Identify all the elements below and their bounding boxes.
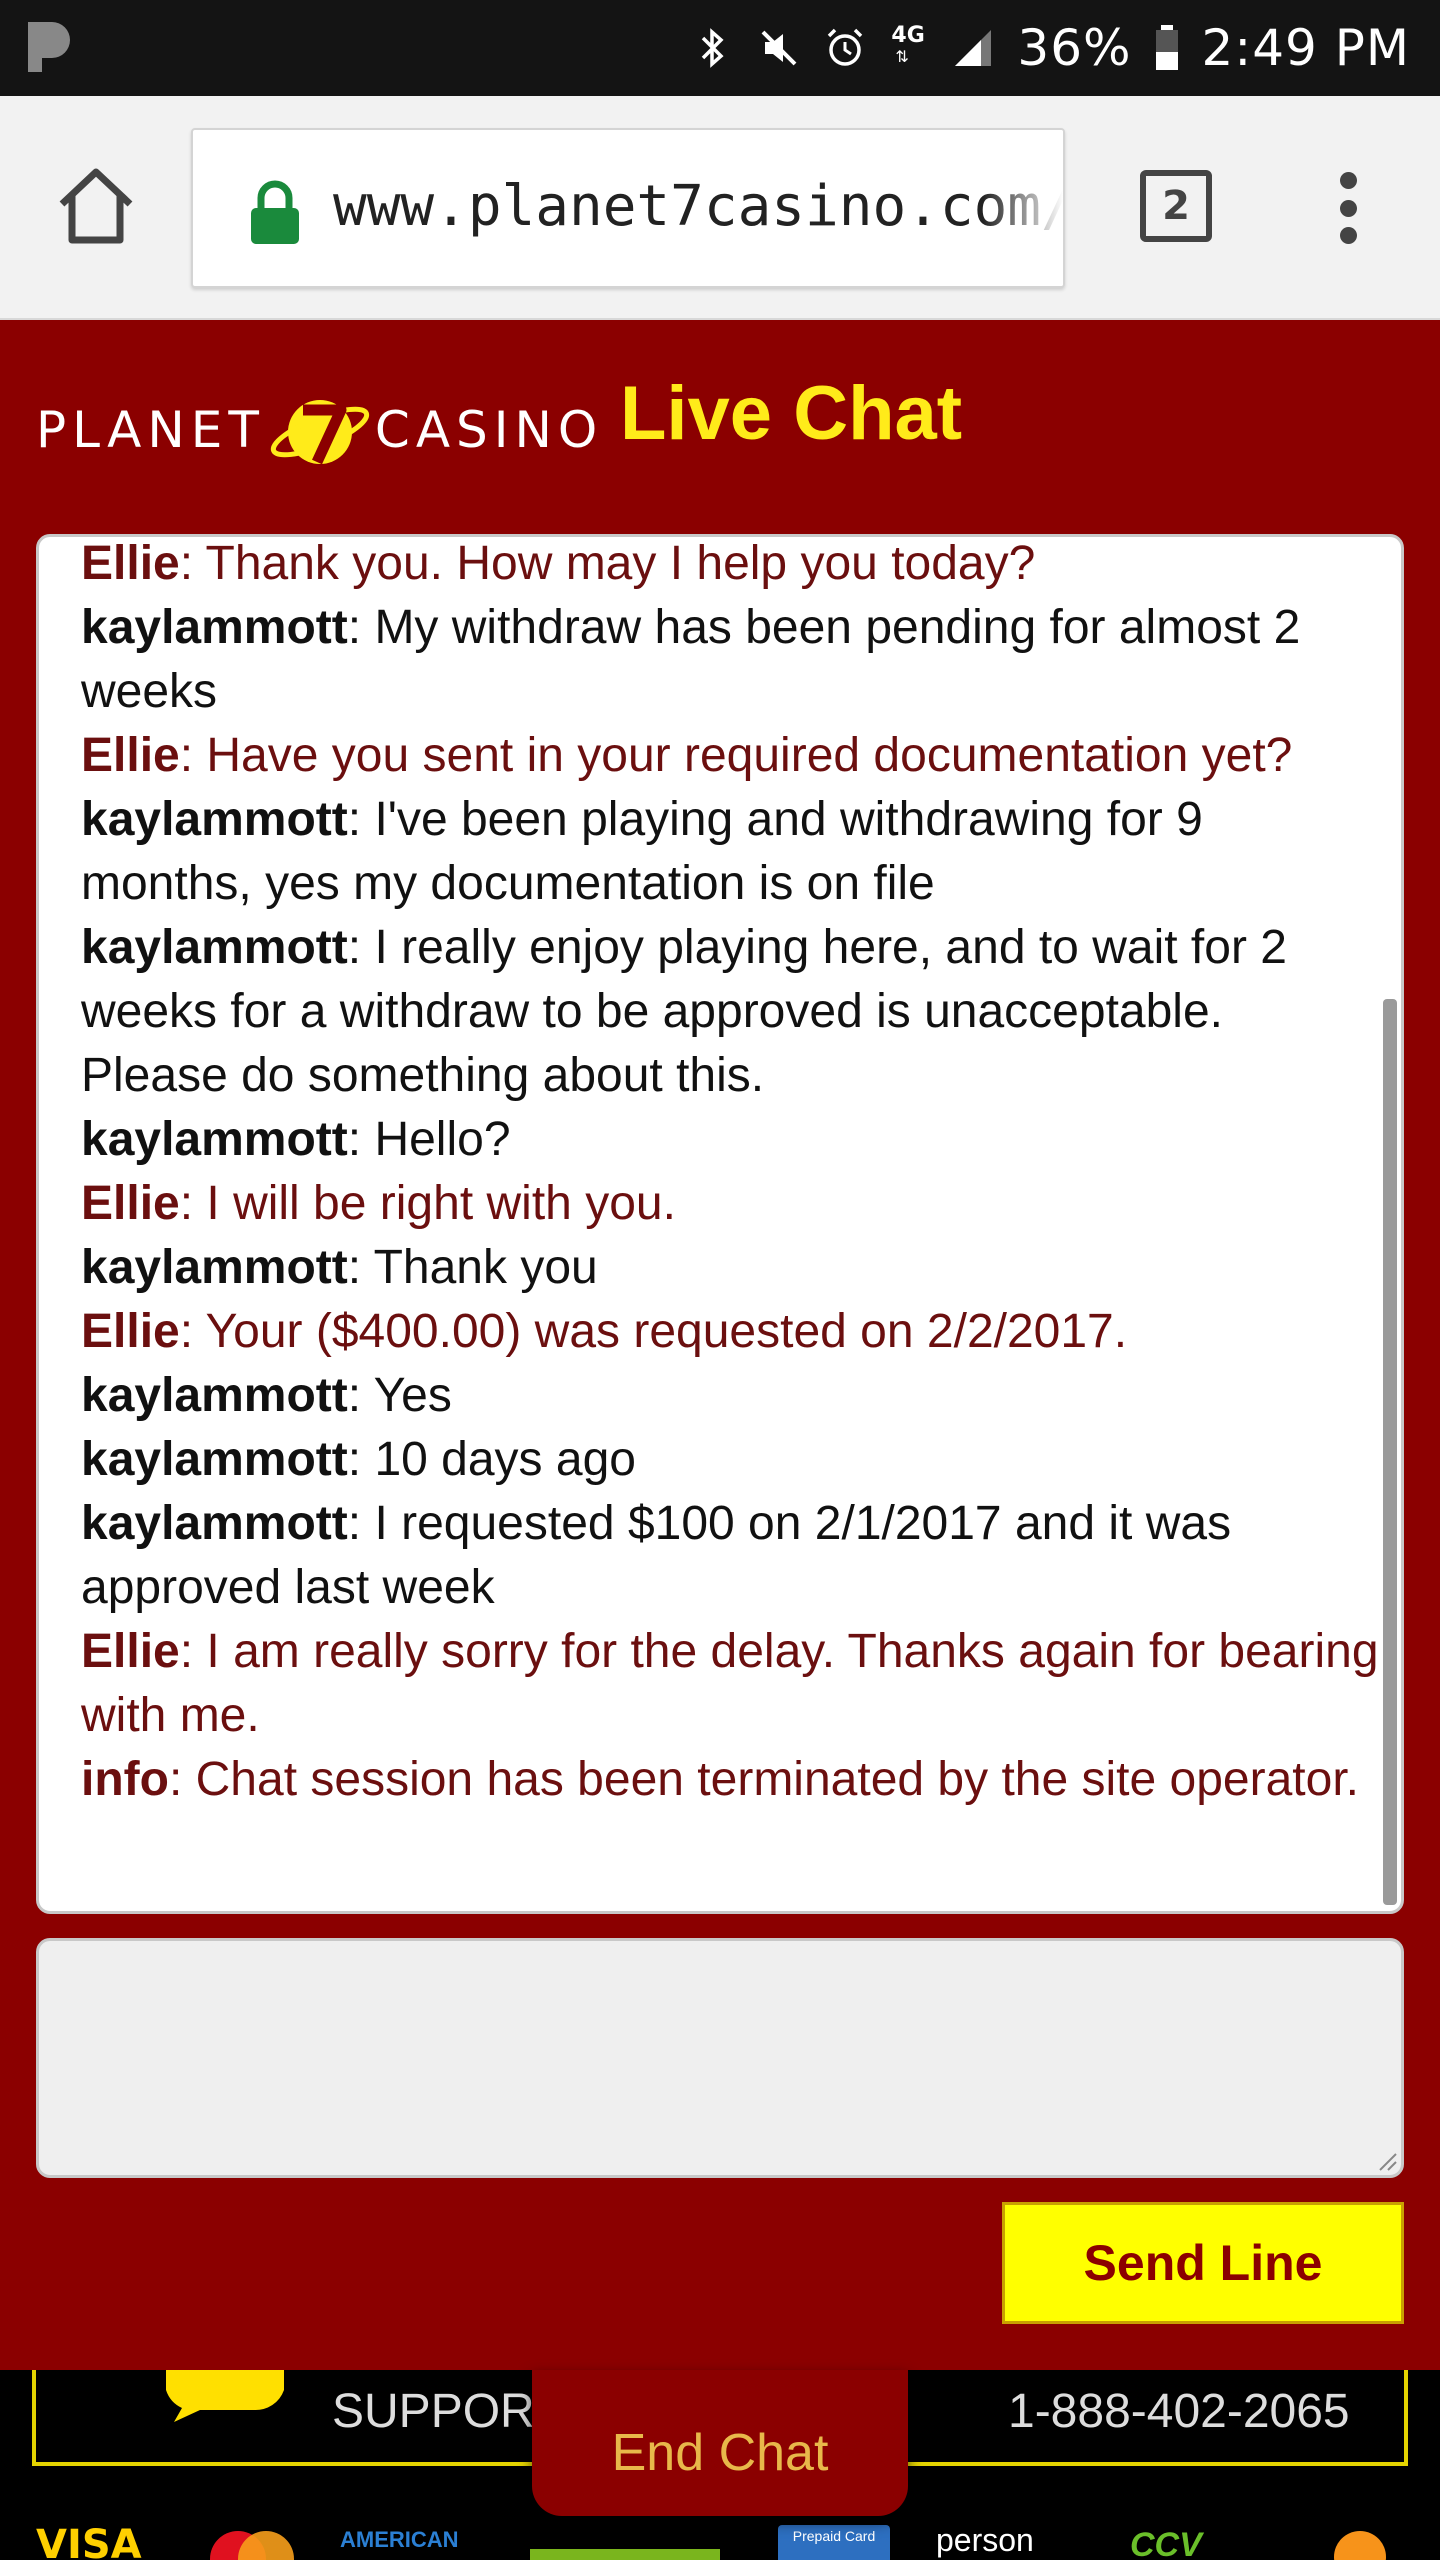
message-text: : Hello? — [347, 1113, 511, 1166]
end-chat-button[interactable]: End Chat — [532, 2370, 908, 2516]
chat-message: Ellie: Have you sent in your required do… — [81, 724, 1381, 788]
address-bar[interactable]: www.planet7casino.com/c — [191, 128, 1065, 288]
message-sender: Ellie — [81, 729, 180, 782]
message-text: : Have you sent in your required documen… — [179, 729, 1293, 782]
4g-lte-icon: 4G ⇅ — [891, 23, 925, 66]
logo-text-left: PLANET — [36, 401, 265, 459]
tab-switcher-button[interactable]: 2 — [1140, 170, 1212, 242]
signal-icon — [955, 30, 992, 66]
message-text: : Chat session has been terminated by th… — [168, 1753, 1360, 1806]
ccv-logo: CCV — [1130, 2526, 1202, 2560]
message-sender: kaylammott — [81, 1433, 348, 1486]
planet7-logo: PLANET CASINO — [36, 380, 603, 480]
message-text: : I am really sorry for the delay. Thank… — [81, 1625, 1379, 1742]
visa-logo: VISA — [36, 2525, 142, 2560]
lock-icon — [251, 180, 299, 244]
browser-toolbar: www.planet7casino.com/c 2 — [0, 96, 1440, 320]
resize-grip-icon[interactable] — [1372, 2146, 1398, 2172]
vibrate-muted-icon — [761, 30, 797, 66]
chat-message: Ellie: Thank you. How may I help you tod… — [81, 537, 1381, 596]
chat-message: Ellie: I am really sorry for the delay. … — [81, 1620, 1381, 1748]
send-line-button[interactable]: Send Line — [1002, 2202, 1404, 2324]
mastercard-logo-icon — [210, 2531, 294, 2560]
clock: 2:49 PM — [1201, 19, 1410, 77]
message-sender: kaylammott — [81, 1113, 348, 1166]
chat-message: kaylammott: My withdraw has been pending… — [81, 596, 1381, 724]
chat-bubble-icon — [166, 2370, 284, 2422]
alarm-icon — [828, 28, 863, 66]
pandora-p-icon — [28, 22, 70, 72]
chat-messages: Ellie: Thank you. How may I help you tod… — [81, 537, 1381, 1812]
neteller-logo-icon — [530, 2549, 720, 2560]
message-sender: Ellie — [81, 1305, 180, 1358]
chat-scrollbar[interactable] — [1383, 999, 1397, 1905]
message-sender: kaylammott — [81, 921, 348, 974]
status-icons: 4G ⇅ 36% 2:49 PM — [691, 0, 1410, 96]
logo-text-right: CASINO — [374, 401, 604, 459]
message-text: : I will be right with you. — [179, 1177, 676, 1230]
url-text: www.planet7casino.com/c — [333, 174, 1065, 239]
support-phone[interactable]: 1-888-402-2065 — [1008, 2384, 1350, 2439]
message-text: : 10 days ago — [347, 1433, 636, 1486]
url-fade — [983, 130, 1063, 286]
chat-transcript[interactable]: Ellie: Thank you. How may I help you tod… — [36, 534, 1404, 1914]
chat-message: Ellie: I will be right with you. — [81, 1172, 1381, 1236]
message-sender: Ellie — [81, 537, 180, 590]
message-sender: kaylammott — [81, 1241, 348, 1294]
message-text: : Yes — [347, 1369, 452, 1422]
battery-icon — [1155, 25, 1178, 70]
message-sender: Ellie — [81, 1177, 180, 1230]
page-title: Live Chat — [620, 371, 963, 456]
payment-logos: VISA AMERICAN Prepaid Card person CCV — [0, 2525, 1440, 2560]
message-sender: Ellie — [81, 1625, 180, 1678]
message-sender: kaylammott — [81, 793, 348, 846]
chat-message: info: Chat session has been terminated b… — [81, 1748, 1381, 1812]
bitcoin-logo-icon — [1334, 2531, 1386, 2560]
status-bar: 4G ⇅ 36% 2:49 PM — [0, 0, 1440, 96]
prepaid-card-logo: Prepaid Card — [778, 2525, 890, 2560]
message-sender: info — [81, 1753, 169, 1806]
battery-percent: 36% — [1017, 19, 1132, 77]
home-icon[interactable] — [54, 164, 138, 248]
network-label: 4G — [891, 23, 925, 48]
chat-message: kaylammott: 10 days ago — [81, 1428, 1381, 1492]
planet-seven-emblem-icon — [270, 400, 370, 465]
message-text: : Thank you. How may I help you today? — [179, 537, 1036, 590]
amex-logo: AMERICAN — [340, 2527, 459, 2552]
bluetooth-icon — [702, 28, 724, 68]
message-sender: kaylammott — [81, 601, 348, 654]
message-text: : Thank you — [347, 1241, 598, 1294]
chat-message: kaylammott: I requested $100 on 2/1/2017… — [81, 1492, 1381, 1620]
chat-message: kaylammott: Yes — [81, 1364, 1381, 1428]
chat-message: kaylammott: I really enjoy playing here,… — [81, 916, 1381, 1108]
more-options-icon[interactable] — [1330, 172, 1366, 244]
chat-message: kaylammott: Hello? — [81, 1108, 1381, 1172]
message-text: : Your ($400.00) was requested on 2/2/20… — [179, 1305, 1128, 1358]
message-sender: kaylammott — [81, 1369, 348, 1422]
chat-message: kaylammott: I've been playing and withdr… — [81, 788, 1381, 916]
person2person-logo: person — [936, 2525, 1034, 2558]
chat-message: kaylammott: Thank you — [81, 1236, 1381, 1300]
message-sender: kaylammott — [81, 1497, 348, 1550]
chat-message: Ellie: Your ($400.00) was requested on 2… — [81, 1300, 1381, 1364]
chat-message-input[interactable] — [36, 1938, 1404, 2178]
